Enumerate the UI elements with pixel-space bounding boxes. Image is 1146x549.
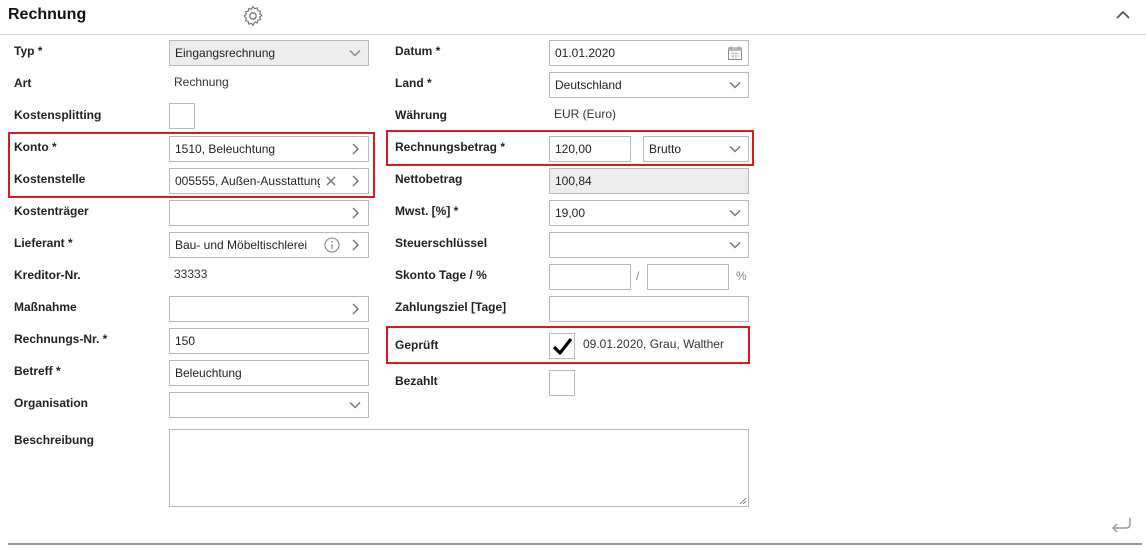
betrag-mode-select[interactable]: Brutto bbox=[643, 136, 749, 162]
chevron-down-icon bbox=[729, 209, 741, 217]
land-label: Land * bbox=[395, 76, 432, 90]
chevron-right-icon[interactable] bbox=[348, 174, 362, 188]
skonto-separator: / bbox=[636, 269, 640, 283]
kreditor-label: Kreditor-Nr. bbox=[14, 268, 81, 282]
geprueft-checkbox[interactable] bbox=[549, 333, 575, 359]
typ-label: Typ * bbox=[14, 44, 43, 58]
skonto-tage-input[interactable] bbox=[549, 264, 631, 290]
zahlungsziel-label: Zahlungsziel [Tage] bbox=[395, 300, 507, 314]
resize-grip-icon[interactable] bbox=[738, 496, 747, 505]
konto-value: 1510, Beleuchtung bbox=[175, 142, 276, 156]
skonto-label: Skonto Tage / % bbox=[395, 268, 487, 282]
beschreibung-label: Beschreibung bbox=[14, 433, 95, 447]
geprueft-info: 09.01.2020, Grau, Walther bbox=[583, 337, 724, 351]
art-label: Art bbox=[14, 76, 32, 90]
betrag-mode-value: Brutto bbox=[649, 142, 682, 156]
checkmark-icon bbox=[552, 338, 573, 355]
mwst-label: Mwst. [%] * bbox=[395, 204, 459, 218]
waehrung-label: Währung bbox=[395, 108, 447, 122]
rechnungsnr-label: Rechnungs-Nr. * bbox=[14, 332, 108, 346]
skonto-unit: % bbox=[736, 269, 747, 283]
rechnungsbetrag-value: 120,00 bbox=[555, 142, 592, 156]
chevron-up-icon[interactable] bbox=[1114, 8, 1132, 22]
section-title: Rechnung bbox=[8, 6, 87, 23]
rechnungsbetrag-input[interactable]: 120,00 bbox=[549, 136, 631, 162]
betreff-input[interactable]: Beleuchtung bbox=[169, 360, 369, 386]
return-icon[interactable] bbox=[1108, 515, 1134, 535]
geprueft-label: Geprüft bbox=[395, 338, 439, 352]
bezahlt-label: Bezahlt bbox=[395, 374, 438, 388]
lieferant-value: Bau- und Möbeltischlerei bbox=[175, 238, 308, 252]
land-select[interactable]: Deutschland bbox=[549, 72, 749, 98]
kostenstelle-label: Kostenstelle bbox=[14, 172, 86, 186]
rechnungsnr-input[interactable]: 150 bbox=[169, 328, 369, 354]
kostentraeger-label: Kostenträger bbox=[14, 204, 89, 218]
zahlungsziel-input[interactable] bbox=[549, 296, 749, 322]
betreff-label: Betreff * bbox=[14, 364, 61, 378]
info-icon[interactable] bbox=[324, 237, 340, 253]
betreff-value: Beleuchtung bbox=[175, 366, 242, 380]
nettobetrag-label: Nettobetrag bbox=[395, 172, 463, 186]
bottom-divider bbox=[8, 543, 1142, 545]
gear-icon[interactable] bbox=[241, 4, 265, 28]
datum-input[interactable]: 01.01.2020 bbox=[549, 40, 749, 66]
kreditor-value: 33333 bbox=[174, 267, 208, 281]
datum-label: Datum * bbox=[395, 44, 441, 58]
nettobetrag-field: 100,84 bbox=[549, 168, 749, 194]
steuerschluessel-label: Steuerschlüssel bbox=[395, 236, 488, 250]
typ-value: Eingangsrechnung bbox=[175, 46, 276, 60]
rechnungsnr-value: 150 bbox=[175, 334, 196, 348]
art-value: Rechnung bbox=[174, 75, 229, 89]
chevron-right-icon[interactable] bbox=[348, 238, 362, 252]
skonto-prozent-input[interactable] bbox=[647, 264, 729, 290]
calendar-icon[interactable] bbox=[727, 45, 743, 61]
kostenstelle-value: 005555, Außen-Ausstattung bbox=[175, 174, 320, 188]
kostensplitting-label: Kostensplitting bbox=[14, 108, 102, 122]
datum-value: 01.01.2020 bbox=[555, 46, 616, 60]
waehrung-value: EUR (Euro) bbox=[554, 107, 617, 121]
section-header: Rechnung bbox=[0, 0, 1146, 35]
clear-icon[interactable] bbox=[324, 174, 338, 188]
organisation-label: Organisation bbox=[14, 396, 89, 410]
kostentraeger-field[interactable] bbox=[169, 200, 369, 226]
massnahme-label: Maßnahme bbox=[14, 300, 77, 314]
mwst-select[interactable]: 19,00 bbox=[549, 200, 749, 226]
massnahme-field[interactable] bbox=[169, 296, 369, 322]
chevron-right-icon[interactable] bbox=[348, 206, 362, 220]
chevron-right-icon[interactable] bbox=[348, 302, 362, 316]
land-value: Deutschland bbox=[555, 78, 622, 92]
mwst-value: 19,00 bbox=[555, 206, 586, 220]
typ-select[interactable]: Eingangsrechnung bbox=[169, 40, 369, 66]
bezahlt-checkbox[interactable] bbox=[549, 370, 575, 396]
chevron-right-icon[interactable] bbox=[348, 142, 362, 156]
konto-label: Konto * bbox=[14, 140, 57, 154]
nettobetrag-value: 100,84 bbox=[555, 174, 592, 188]
lieferant-field[interactable]: Bau- und Möbeltischlerei bbox=[169, 232, 369, 258]
kostenstelle-field[interactable]: 005555, Außen-Ausstattung bbox=[169, 168, 369, 194]
steuerschluessel-select[interactable] bbox=[549, 232, 749, 258]
lieferant-label: Lieferant * bbox=[14, 236, 73, 250]
rechnungsbetrag-label: Rechnungsbetrag * bbox=[395, 140, 506, 154]
konto-field[interactable]: 1510, Beleuchtung bbox=[169, 136, 369, 162]
beschreibung-textarea[interactable] bbox=[169, 429, 749, 507]
chevron-down-icon bbox=[729, 81, 741, 89]
kostensplitting-checkbox[interactable] bbox=[169, 103, 195, 129]
chevron-down-icon bbox=[349, 401, 361, 409]
chevron-down-icon bbox=[729, 145, 741, 153]
organisation-select[interactable] bbox=[169, 392, 369, 418]
chevron-down-icon bbox=[349, 49, 361, 57]
chevron-down-icon bbox=[729, 241, 741, 249]
